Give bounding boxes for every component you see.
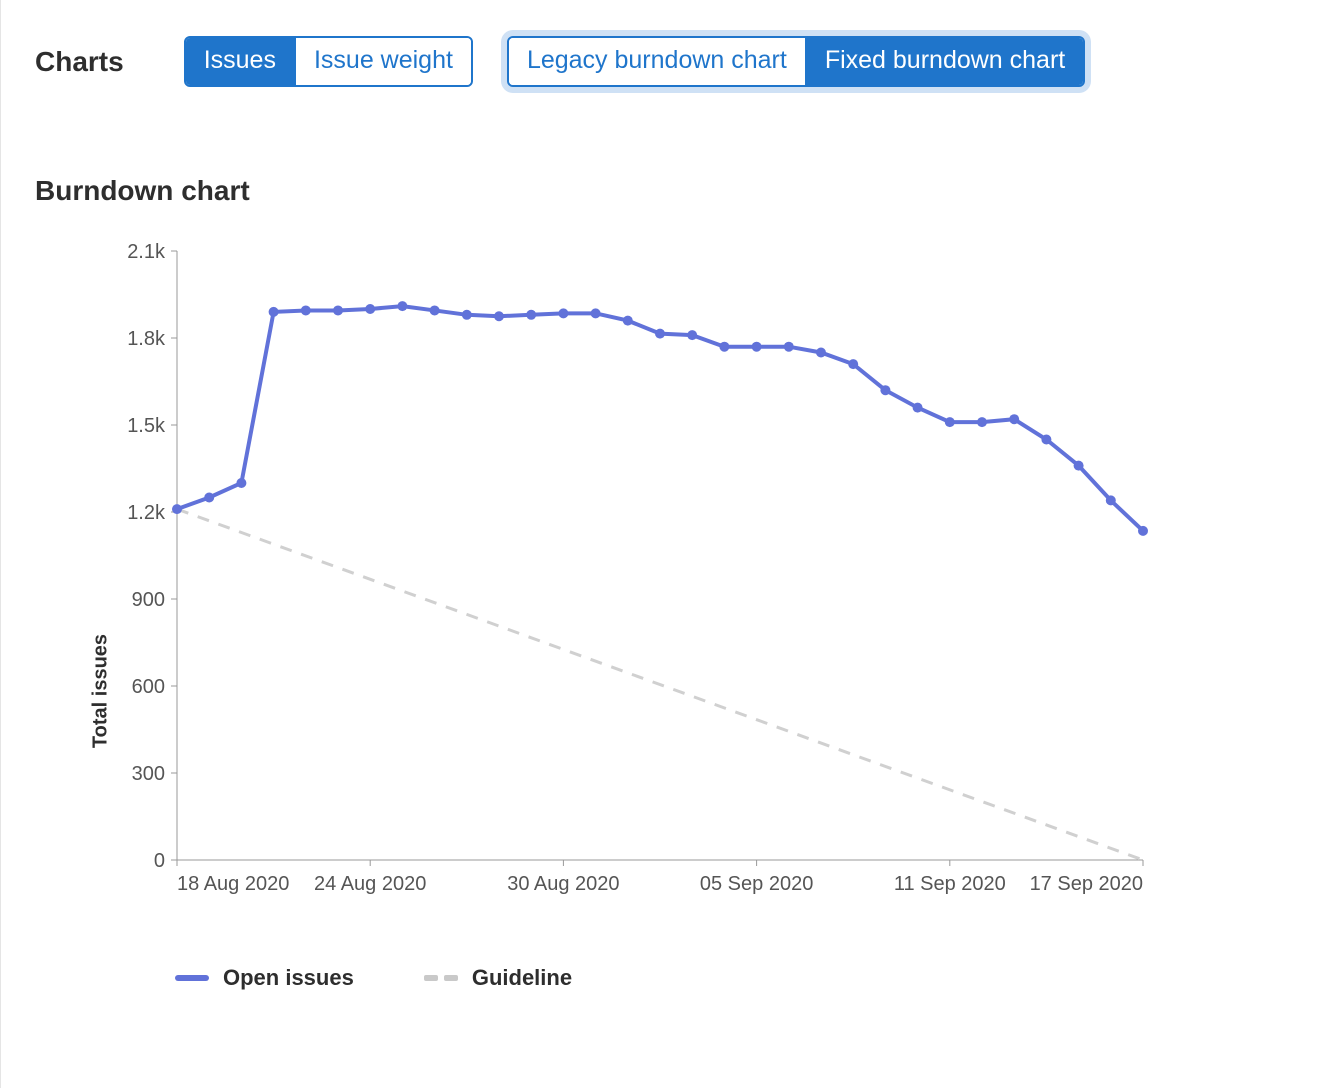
chart-legend: Open issues Guideline — [175, 965, 1328, 991]
charts-label: Charts — [35, 46, 124, 78]
data-point — [1074, 461, 1084, 471]
data-point — [494, 311, 504, 321]
x-tick-label: 05 Sep 2020 — [700, 873, 813, 895]
y-tick-label: 600 — [132, 676, 165, 698]
x-tick-label: 30 Aug 2020 — [507, 873, 619, 895]
data-point — [687, 330, 697, 340]
data-point — [591, 308, 601, 318]
data-point — [848, 359, 858, 369]
data-point — [204, 493, 214, 503]
toggle-fixed-burndown[interactable]: Fixed burndown chart — [805, 38, 1083, 85]
chart-type-toggle-group: Legacy burndown chart Fixed burndown cha… — [507, 36, 1085, 87]
charts-header-row: Charts Issues Issue weight Legacy burndo… — [35, 36, 1328, 87]
page: Charts Issues Issue weight Legacy burndo… — [0, 0, 1328, 1088]
data-point — [945, 417, 955, 427]
y-tick-label: 1.8k — [127, 328, 166, 350]
x-tick-label: 17 Sep 2020 — [1030, 873, 1143, 895]
data-point — [719, 342, 729, 352]
toggle-issue-weight[interactable]: Issue weight — [294, 38, 471, 85]
x-tick-label: 18 Aug 2020 — [177, 873, 289, 895]
data-point — [397, 301, 407, 311]
y-tick-label: 0 — [154, 850, 165, 872]
data-point — [430, 305, 440, 315]
y-axis-title: Total issues — [90, 634, 113, 748]
open-issues-series — [177, 306, 1143, 531]
legend-label-guideline: Guideline — [472, 965, 572, 991]
data-point — [462, 310, 472, 320]
y-tick-label: 300 — [132, 763, 165, 785]
data-point — [558, 308, 568, 318]
chart-svg: 0 300 600 900 1.2k 1.5k 1.8k 2.1k 18 Aug 2020 24 … — [35, 235, 1195, 935]
data-point — [1106, 495, 1116, 505]
legend-label-open: Open issues — [223, 965, 354, 991]
data-point — [784, 342, 794, 352]
data-point — [913, 403, 923, 413]
data-point — [172, 504, 182, 514]
data-point — [1041, 435, 1051, 445]
data-point — [880, 385, 890, 395]
data-point — [526, 310, 536, 320]
burndown-chart: Total issues 0 300 600 900 1.2k 1.5k 1.8k 2.1k 1… — [35, 235, 1328, 935]
x-tick-label: 11 Sep 2020 — [894, 873, 1006, 895]
data-point — [269, 307, 279, 317]
legend-item-open-issues: Open issues — [175, 965, 354, 991]
data-point — [816, 348, 826, 358]
data-point — [1009, 414, 1019, 424]
y-tick-label: 1.2k — [127, 502, 166, 524]
data-point — [655, 329, 665, 339]
guideline-series — [177, 509, 1143, 860]
toggle-legacy-burndown[interactable]: Legacy burndown chart — [509, 38, 805, 85]
data-point — [623, 316, 633, 326]
data-point — [1138, 526, 1148, 536]
chart-title: Burndown chart — [35, 175, 1328, 207]
data-point — [301, 305, 311, 315]
toggle-issues[interactable]: Issues — [186, 38, 294, 85]
data-point — [977, 417, 987, 427]
y-tick-label: 900 — [132, 589, 165, 611]
legend-swatch-solid-icon — [175, 975, 209, 981]
data-point — [333, 305, 343, 315]
legend-item-guideline: Guideline — [424, 965, 572, 991]
data-point — [365, 304, 375, 314]
y-tick-label: 2.1k — [127, 241, 166, 263]
data-point — [236, 478, 246, 488]
metric-toggle-group: Issues Issue weight — [184, 36, 473, 87]
data-point — [752, 342, 762, 352]
legend-swatch-dash-icon — [424, 975, 458, 981]
x-tick-label: 24 Aug 2020 — [314, 873, 426, 895]
y-tick-label: 1.5k — [127, 415, 166, 437]
